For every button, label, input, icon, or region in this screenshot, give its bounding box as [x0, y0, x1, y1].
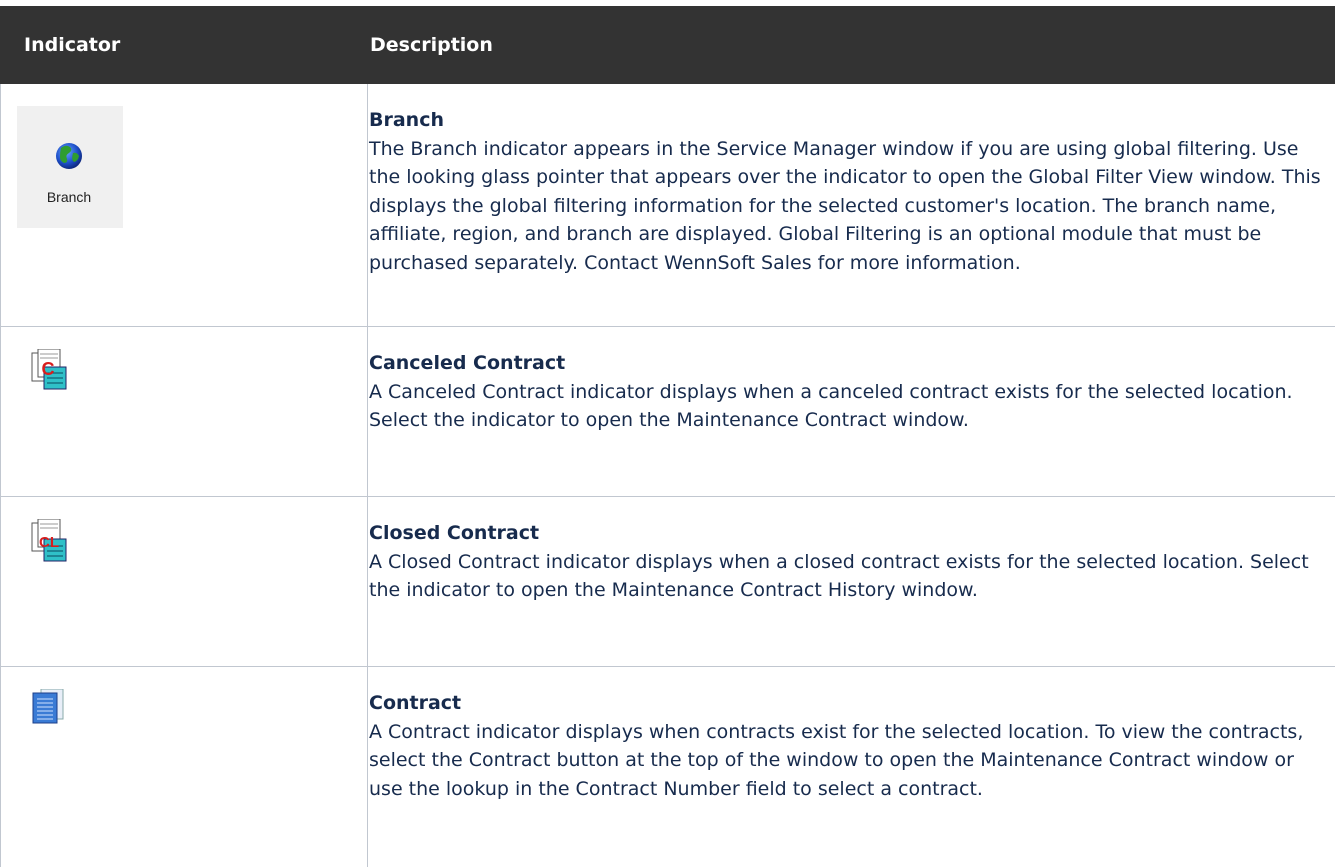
indicator-cell: CL [0, 497, 368, 666]
contract-icon [32, 689, 64, 724]
branch-indicator: Branch [17, 106, 123, 228]
contract-indicator [31, 689, 65, 725]
row-title: Closed Contract [369, 522, 540, 544]
header-indicator: Indicator [24, 34, 121, 56]
indicator-cell [0, 667, 368, 867]
table-row: C Canceled Contract A Canceled Contract … [0, 327, 1335, 497]
closed-contract-indicator: CL [30, 519, 70, 563]
description-cell: Contract A Contract indicator displays w… [368, 667, 1335, 867]
row-description: A Canceled Contract indicator displays w… [369, 380, 1293, 432]
row-title: Branch [369, 109, 444, 131]
table-row: CL Closed Contract A Closed Contract ind… [0, 497, 1335, 667]
table-row: Contract A Contract indicator displays w… [0, 667, 1335, 867]
table-header: Indicator Description [0, 6, 1335, 84]
header-description: Description [370, 34, 493, 56]
canceled-contract-icon: C [31, 349, 67, 390]
description-cell: Closed Contract A Closed Contract indica… [368, 497, 1335, 666]
row-title: Contract [369, 692, 462, 714]
row-description: The Branch indicator appears in the Serv… [369, 137, 1321, 274]
closed-icon-letter: CL [39, 534, 59, 551]
row-title: Canceled Contract [369, 352, 566, 374]
closed-contract-icon: CL [31, 519, 67, 562]
indicator-cell: Branch [0, 84, 368, 326]
globe-icon: Branch [47, 143, 91, 205]
row-description: A Contract indicator displays when contr… [369, 720, 1304, 800]
table-row: Branch Branch The Branch indicator appea… [0, 84, 1335, 327]
branch-icon-label: Branch [47, 189, 91, 205]
canceled-contract-indicator: C [30, 349, 68, 391]
indicator-table: Indicator Description Branch Branch The … [0, 6, 1335, 867]
canceled-icon-letter: C [42, 359, 55, 379]
row-description: A Closed Contract indicator displays whe… [369, 550, 1309, 602]
description-cell: Branch The Branch indicator appears in t… [368, 84, 1335, 326]
indicator-cell: C [0, 327, 368, 496]
description-cell: Canceled Contract A Canceled Contract in… [368, 327, 1335, 496]
